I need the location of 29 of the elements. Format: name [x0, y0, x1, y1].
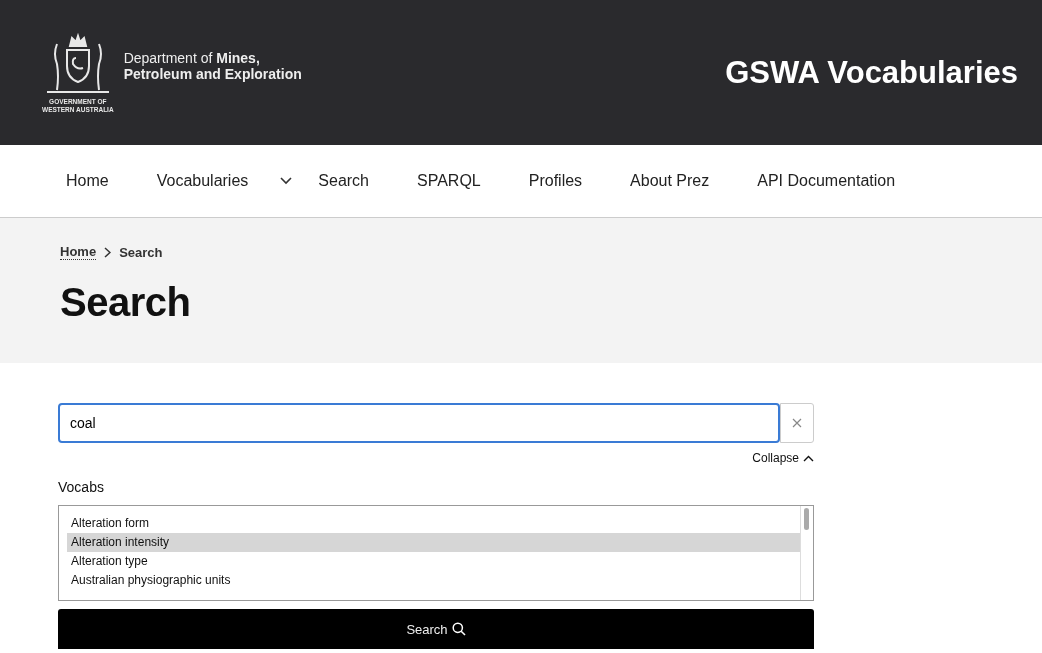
nav-link[interactable]: Home [66, 172, 109, 190]
page-title: Search [60, 280, 192, 325]
scrollbar-thumb[interactable] [804, 508, 809, 530]
nav-link[interactable]: SPARQL [417, 172, 481, 190]
vocab-option[interactable]: Australian physiographic units [67, 571, 800, 590]
collapse-button[interactable]: Collapse [752, 451, 814, 465]
search-icon [451, 622, 466, 636]
clear-button[interactable] [780, 403, 814, 443]
chevron-right-icon [104, 246, 112, 258]
breadcrumb-link[interactable]: Home [60, 244, 97, 260]
nav-link[interactable]: Vocabularies [156, 172, 249, 190]
department-name: Department of Mines, [123, 49, 261, 66]
vocab-option[interactable]: Alteration form [67, 514, 800, 533]
nav-link[interactable]: API Documentation [757, 172, 896, 190]
department-name: Petroleum and Exploration [123, 65, 302, 82]
search-field[interactable]: coal [58, 403, 780, 443]
nav-link[interactable]: Search [318, 172, 369, 190]
vocab-option[interactable]: Alteration intensity [67, 533, 800, 552]
vocab-option[interactable]: Alteration type [67, 552, 800, 571]
site-title: GSWA Vocabularies [725, 54, 1018, 91]
vocabs-listbox[interactable]: Alteration form Alteration intensity Alteration type Australian physiographic units [58, 505, 814, 601]
chevron-down-icon[interactable] [280, 177, 293, 185]
nav-link[interactable]: About Prez [630, 172, 710, 190]
nav-link[interactable]: Profiles [528, 172, 583, 190]
breadcrumb-current: Search [119, 244, 163, 260]
search-button[interactable]: Search [58, 609, 814, 649]
close-icon [792, 418, 802, 428]
vocabs-label: Vocabs [58, 479, 105, 495]
chevron-up-icon [803, 454, 814, 462]
